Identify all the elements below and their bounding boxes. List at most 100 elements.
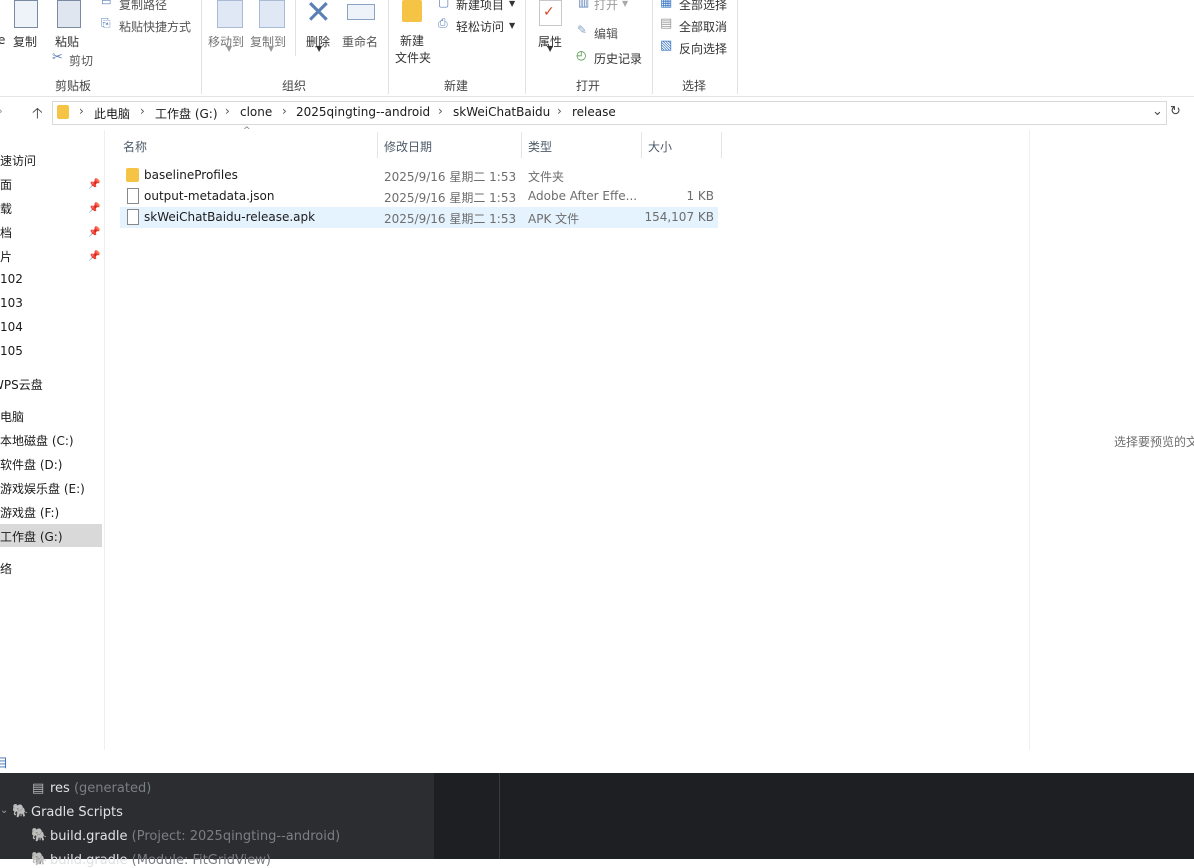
nav-item-drive-g[interactable]: 工作盘 (G:) [0,528,63,545]
copy-path-button[interactable]: 复制路径 [119,0,167,13]
tree-item-res[interactable]: res (generated) [50,781,151,796]
nav-item-drive-f[interactable]: 游戏盘 (F:) [0,504,59,521]
column-header-date[interactable]: 修改日期 [384,138,432,155]
file-type: Adobe After Effe... [528,189,638,203]
file-row[interactable]: output-metadata.json 2025/9/16 星期二 1:53 … [120,186,718,207]
invert-selection-button[interactable]: 反向选择 [679,40,727,57]
nav-item-drive-e[interactable]: 游戏娱乐盘 (E:) [0,480,85,497]
left-cut-label: e [0,33,6,47]
ribbon-divider [525,0,526,94]
address-dropdown-icon[interactable]: ⌄ [1152,104,1163,119]
refresh-icon[interactable]: ↻ [1170,104,1181,119]
nav-item-downloads[interactable]: 下载 [0,200,12,217]
nav-item-103[interactable]: 103 [0,296,23,310]
breadcrumb-release[interactable]: release [572,105,616,119]
nav-item-drive-c[interactable]: 本地磁盘 (C:) [0,432,74,449]
nav-item-this-pc[interactable]: 此电脑 [0,408,24,425]
column-header-name[interactable]: 名称 [123,138,147,155]
file-row[interactable]: baselineProfiles 2025/9/16 星期二 1:53 文件夹 [120,165,718,186]
chevron-right-icon[interactable]: › [140,104,145,118]
file-type: APK 文件 [528,212,580,226]
select-none-button[interactable]: 全部取消 [679,18,727,35]
file-name: baselineProfiles [144,168,238,182]
column-divider[interactable] [641,132,642,158]
chevron-right-icon[interactable]: › [79,104,84,118]
column-divider[interactable] [721,132,722,158]
new-folder-line1[interactable]: 新建 [400,32,424,49]
ide-splitter[interactable] [499,773,500,859]
open-arrow-icon: ▼ [622,0,629,8]
breadcrumb-module[interactable]: skWeiChatBaidu [453,105,550,119]
chevron-right-icon[interactable]: › [557,104,562,118]
select-group-label: 选择 [681,79,706,93]
rename-icon [347,4,375,20]
file-date: 2025/9/16 星期二 1:53 [384,212,517,226]
file-date: 2025/9/16 星期二 1:53 [384,191,517,205]
rename-button[interactable]: 重命名 [342,33,378,50]
nav-item-drive-d[interactable]: 软件盘 (D:) [0,456,62,473]
easy-access-button[interactable]: 轻松访问 [456,18,504,35]
chevron-right-icon[interactable]: › [282,104,287,118]
expand-arrow-icon[interactable]: ⌄ [0,805,8,816]
forward-icon[interactable]: › [0,104,3,118]
breadcrumb-project[interactable]: 2025qingting--android [296,105,430,119]
breadcrumb-clone[interactable]: clone [240,105,272,119]
chevron-right-icon[interactable]: › [438,104,443,118]
json-file-icon [127,188,139,204]
nav-item-wps-cloud[interactable]: WPS云盘 [0,376,43,393]
tree-item-build-gradle-project[interactable]: build.gradle (Project: 2025qingting--and… [50,829,340,844]
breadcrumb-this-pc[interactable]: 此电脑 [94,105,130,122]
nav-item-desktop[interactable]: 桌面 [0,176,12,193]
nav-item-pictures[interactable]: 图片 [0,248,12,265]
nav-item-102[interactable]: 102 [0,272,23,286]
file-size: 1 KB [686,189,714,203]
status-item-count: 目 [0,756,9,770]
chevron-right-icon[interactable]: › [225,104,230,118]
column-divider[interactable] [521,132,522,158]
res-folder-icon: ▤ [32,781,45,796]
column-header-size[interactable]: 大小 [648,138,672,155]
cut-icon: ✂ [52,50,63,65]
paste-button[interactable]: 粘贴 [55,33,79,50]
address-folder-icon [57,105,69,119]
delete-arrow-icon: ▼ [316,44,323,53]
copy-button[interactable]: 复制 [13,33,37,50]
select-all-button[interactable]: 全部选择 [679,0,727,13]
move-to-arrow-icon: ▼ [226,44,233,53]
paste-shortcut-icon: ⎘ [101,16,111,30]
new-item-button[interactable]: 新建项目 [456,0,504,13]
new-folder-line2[interactable]: 文件夹 [395,49,431,66]
apk-file-icon [127,209,139,225]
nav-item-network[interactable]: 网络 [0,560,12,577]
column-divider[interactable] [377,132,378,158]
edit-button[interactable]: 编辑 [594,25,618,42]
invert-selection-icon: ▧ [660,38,673,53]
nav-item-104[interactable]: 104 [0,320,23,334]
file-date: 2025/9/16 星期二 1:53 [384,170,517,184]
folder-icon [126,168,139,182]
history-button[interactable]: 历史记录 [594,50,642,67]
nav-pane-border [104,130,105,750]
nav-item-documents[interactable]: 文档 [0,224,12,241]
column-header-type[interactable]: 类型 [528,138,552,155]
nav-item-105[interactable]: 105 [0,344,23,358]
tree-item-label: build.gradle [50,829,128,844]
tree-item-build-gradle-module[interactable]: build.gradle (Module: FitGridView) [50,853,271,868]
cut-button[interactable]: 剪切 [69,52,93,69]
open-button[interactable]: 打开 [594,0,618,13]
paste-shortcut-button[interactable]: 粘贴快捷方式 [119,18,191,35]
new-group-label: 新建 [443,79,468,93]
tree-item-gradle-scripts[interactable]: Gradle Scripts [31,805,123,820]
file-name: output-metadata.json [144,189,275,203]
nav-item-quick-access[interactable]: 快速访问 [0,152,36,169]
new-item-icon: ▢ [438,0,450,9]
up-arrow-icon[interactable]: 🡡 [32,103,43,128]
file-size: 154,107 KB [644,210,714,224]
new-item-arrow-icon: ▼ [509,0,516,8]
select-none-icon: ▤ [660,16,673,31]
file-row-selected[interactable]: skWeiChatBaidu-release.apk 2025/9/16 星期二… [120,207,718,228]
select-all-icon: ▦ [660,0,673,10]
breadcrumb-drive-g[interactable]: 工作盘 (G:) [155,105,218,122]
tree-item-hint: (generated) [73,781,152,796]
ribbon-divider [201,0,202,94]
